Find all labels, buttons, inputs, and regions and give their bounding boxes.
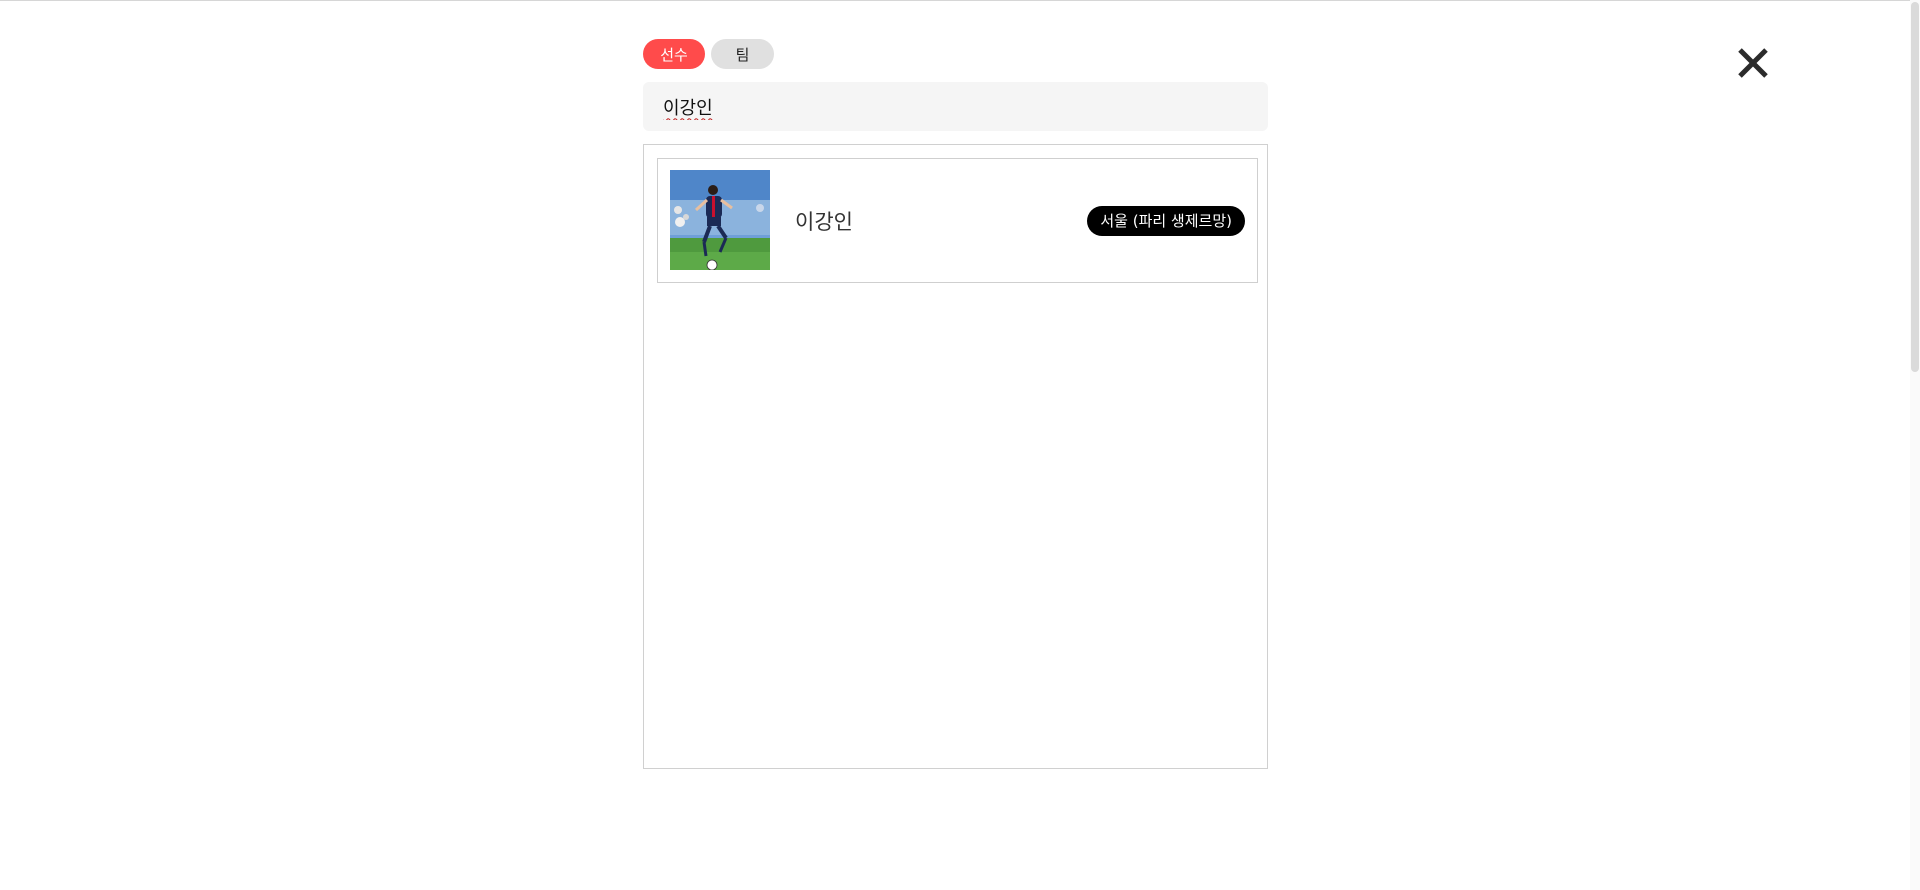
tab-team[interactable]: 팀 xyxy=(711,39,774,69)
result-item[interactable]: 이강인 서울 (파리 생제르망) xyxy=(657,158,1258,283)
scrollbar-thumb[interactable] xyxy=(1911,2,1919,372)
top-divider xyxy=(0,0,1920,1)
search-input[interactable] xyxy=(643,82,1268,131)
tab-player[interactable]: 선수 xyxy=(643,39,705,69)
close-icon[interactable] xyxy=(1735,45,1771,81)
team-badge: 서울 (파리 생제르망) xyxy=(1087,205,1245,236)
category-tabs: 선수 팀 xyxy=(643,39,774,69)
scrollbar[interactable] xyxy=(1910,0,1920,890)
player-photo xyxy=(670,170,770,270)
player-name: 이강인 xyxy=(795,209,853,234)
search-results-panel: 이강인 서울 (파리 생제르망) xyxy=(643,144,1268,769)
